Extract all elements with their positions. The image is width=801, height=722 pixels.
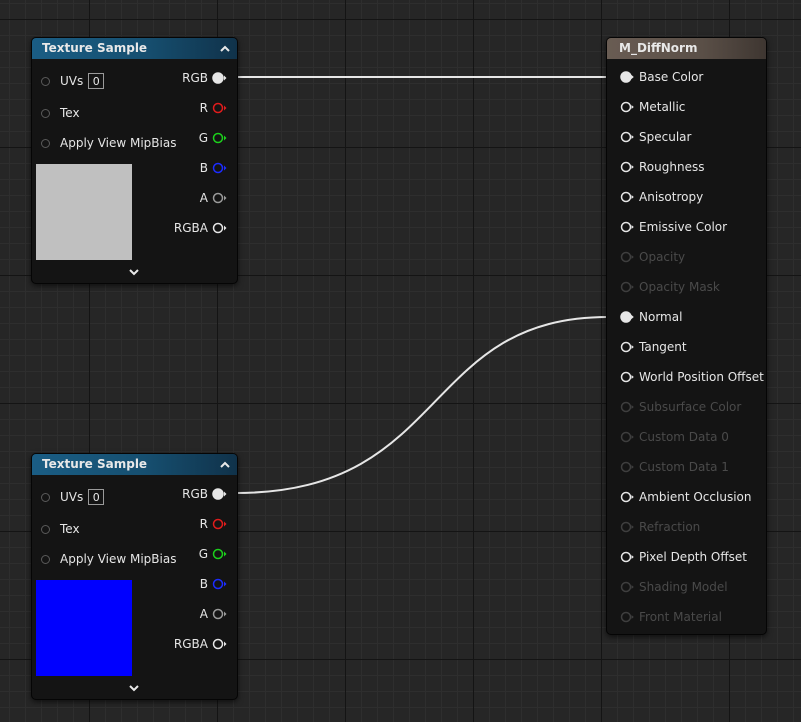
rgba-output-label: RGBA xyxy=(173,221,208,235)
input-label: Opacity Mask xyxy=(639,280,720,294)
input-pin-icon[interactable] xyxy=(620,191,634,203)
input-pin-icon xyxy=(620,401,634,413)
a-output-pin-icon[interactable] xyxy=(212,192,227,204)
input-pin-icon xyxy=(620,581,634,593)
input-pin-icon[interactable] xyxy=(620,341,634,353)
collapse-chevron-up-icon[interactable] xyxy=(219,38,231,59)
input-pin-icon[interactable] xyxy=(620,161,634,173)
input-pin-icon[interactable] xyxy=(620,131,634,143)
input-pin-icon xyxy=(620,461,634,473)
input-label: Metallic xyxy=(639,100,686,114)
expand-chevron-down-icon[interactable] xyxy=(128,682,140,694)
input-label: Roughness xyxy=(639,160,705,174)
input-pin-icon xyxy=(620,521,634,533)
input-label: Normal xyxy=(639,310,683,324)
input-label: Pixel Depth Offset xyxy=(639,550,747,564)
collapse-chevron-up-icon[interactable] xyxy=(219,454,231,475)
input-pin-icon[interactable] xyxy=(620,221,634,233)
a-output-label: A xyxy=(199,191,208,205)
input-label: Refraction xyxy=(639,520,701,534)
uvs-input-pin[interactable] xyxy=(41,77,50,86)
r-output-pin-icon[interactable] xyxy=(212,102,227,114)
input-label: Shading Model xyxy=(639,580,728,594)
uvs-input-pin[interactable] xyxy=(41,493,50,502)
input-label: Base Color xyxy=(639,70,704,84)
uvs-value-field[interactable]: 0 xyxy=(88,489,105,505)
input-label: Custom Data 1 xyxy=(639,460,729,474)
b-output-pin-icon[interactable] xyxy=(212,578,227,590)
wire-rgb-to-normal[interactable] xyxy=(235,316,609,494)
input-pin-icon xyxy=(620,281,634,293)
r-output-label: R xyxy=(199,517,208,531)
input-pin-icon[interactable] xyxy=(620,491,634,503)
uvs-label: UVs xyxy=(60,490,84,504)
input-label: Anisotropy xyxy=(639,190,704,204)
uvs-label: UVs xyxy=(60,74,84,88)
tex-label: Tex xyxy=(60,106,80,120)
texture-preview xyxy=(36,580,132,676)
b-output-pin-icon[interactable] xyxy=(212,162,227,174)
mipbias-input-pin[interactable] xyxy=(41,555,50,564)
input-pin-icon[interactable] xyxy=(620,71,634,83)
input-pin-icon[interactable] xyxy=(620,371,634,383)
material-result-node[interactable]: M_DiffNorm Base Color Metallic Specular Rou… xyxy=(606,37,767,635)
tex-label: Tex xyxy=(60,522,80,536)
texture-sample-node-2[interactable]: Texture Sample UVs 0 Tex Apply View MipBi… xyxy=(31,453,238,700)
input-pin-icon[interactable] xyxy=(620,551,634,563)
node-title: Texture Sample xyxy=(42,457,148,471)
a-output-label: A xyxy=(199,607,208,621)
r-output-label: R xyxy=(199,101,208,115)
rgba-output-pin-icon[interactable] xyxy=(212,638,227,650)
node-title: Texture Sample xyxy=(42,41,148,55)
tex-input-pin[interactable] xyxy=(41,525,50,534)
uvs-row: UVs 0 xyxy=(60,489,105,505)
b-output-label: B xyxy=(199,577,208,591)
input-label: Emissive Color xyxy=(639,220,728,234)
input-label: Tangent xyxy=(639,340,687,354)
input-pin-icon xyxy=(620,251,634,263)
input-label: Custom Data 0 xyxy=(639,430,729,444)
a-output-pin-icon[interactable] xyxy=(212,608,227,620)
input-label: Subsurface Color xyxy=(639,400,742,414)
input-pin-icon xyxy=(620,431,634,443)
input-pin-icon xyxy=(620,611,634,623)
input-pin-icon[interactable] xyxy=(620,311,634,323)
rgb-output-pin-icon[interactable] xyxy=(212,488,227,500)
g-output-pin-icon[interactable] xyxy=(212,132,227,144)
input-label: Specular xyxy=(639,130,692,144)
rgb-output-pin-icon[interactable] xyxy=(212,72,227,84)
node-title: M_DiffNorm xyxy=(619,41,698,55)
texture-preview xyxy=(36,164,132,260)
input-label: World Position Offset xyxy=(639,370,764,384)
g-output-label: G xyxy=(198,131,208,145)
mipbias-input-pin[interactable] xyxy=(41,139,50,148)
node-header[interactable]: Texture Sample xyxy=(32,454,237,475)
r-output-pin-icon[interactable] xyxy=(212,518,227,530)
input-pin-icon[interactable] xyxy=(620,101,634,113)
input-label: Opacity xyxy=(639,250,686,264)
expand-chevron-down-icon[interactable] xyxy=(128,266,140,278)
g-output-pin-icon[interactable] xyxy=(212,548,227,560)
input-label: Ambient Occlusion xyxy=(639,490,752,504)
input-label: Front Material xyxy=(639,610,722,624)
tex-input-pin[interactable] xyxy=(41,109,50,118)
node-header[interactable]: Texture Sample xyxy=(32,38,237,59)
rgba-output-label: RGBA xyxy=(173,637,208,651)
uvs-row: UVs 0 xyxy=(60,73,105,89)
node-header[interactable]: M_DiffNorm xyxy=(607,38,766,59)
texture-sample-node-1[interactable]: Texture Sample UVs 0 Tex Apply View MipBi… xyxy=(31,37,238,284)
b-output-label: B xyxy=(199,161,208,175)
rgb-output-label: RGB xyxy=(182,487,208,501)
uvs-value-field[interactable]: 0 xyxy=(88,73,105,89)
rgba-output-pin-icon[interactable] xyxy=(212,222,227,234)
rgb-output-label: RGB xyxy=(182,71,208,85)
g-output-label: G xyxy=(198,547,208,561)
